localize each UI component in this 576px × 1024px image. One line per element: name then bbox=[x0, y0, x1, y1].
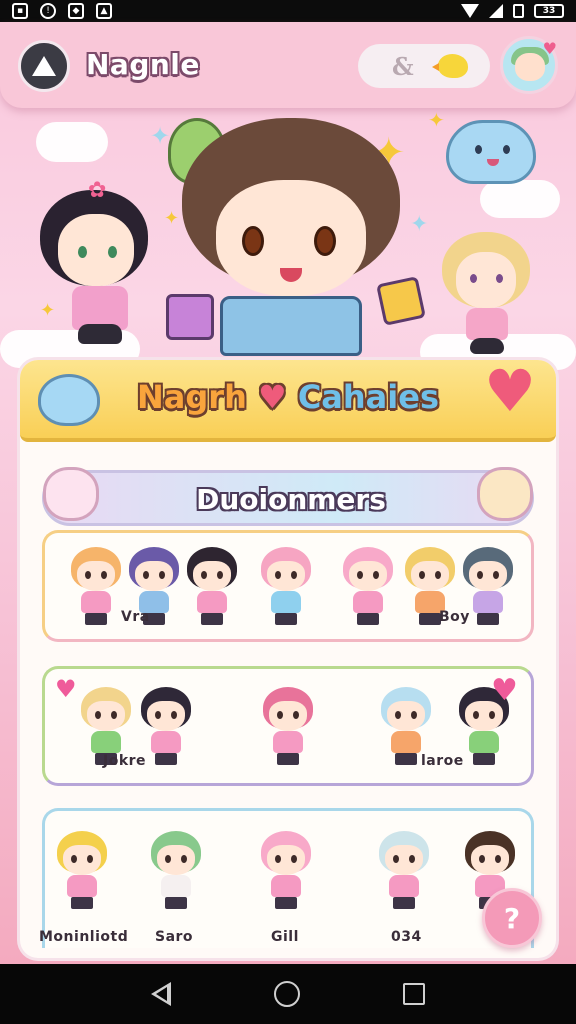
heart-icon: ♥ bbox=[257, 378, 287, 416]
character-row-3[interactable]: Moninliotd Saro Gill 034 bbox=[39, 808, 534, 948]
character-label: Jokre bbox=[103, 753, 147, 769]
character-label: laroe bbox=[421, 753, 464, 769]
search-symbol: & bbox=[392, 51, 414, 81]
character-avatar[interactable] bbox=[69, 547, 123, 629]
home-icon[interactable] bbox=[273, 981, 300, 1007]
cloud-decoration bbox=[480, 180, 560, 218]
character-avatar[interactable] bbox=[377, 831, 431, 913]
section-banner[interactable]: Duoionmers bbox=[42, 467, 534, 526]
character-avatar[interactable] bbox=[259, 547, 313, 629]
character-label: Vra bbox=[121, 609, 150, 625]
character-avatar[interactable] bbox=[149, 831, 203, 913]
sparkle-icon: ✦ bbox=[428, 108, 445, 132]
status-bar: ▪ ! ◆ ▲ 33 bbox=[0, 0, 576, 22]
notification-icons: ▪ ! ◆ ▲ bbox=[12, 3, 112, 19]
character-label: Moninliotd bbox=[39, 929, 129, 945]
cat-pet-icon bbox=[477, 467, 533, 521]
character-avatar[interactable] bbox=[261, 687, 315, 769]
purple-gift-cube bbox=[166, 294, 214, 340]
battery-icon: 33 bbox=[534, 4, 564, 18]
sparkle-icon: ✦ bbox=[150, 122, 171, 150]
card-header: Nagrh ♥ Cahaies ♥ bbox=[20, 360, 556, 442]
alert-notification-icon: ! bbox=[40, 3, 56, 19]
app-title: Nagnle bbox=[86, 48, 200, 81]
profile-avatar-button[interactable]: ♥ bbox=[500, 36, 558, 94]
menu-avatar-icon bbox=[32, 56, 56, 76]
character-label: Saro bbox=[155, 929, 194, 945]
card-title: Nagrh ♥ Cahaies bbox=[20, 378, 556, 416]
blue-ghost-mascot bbox=[446, 120, 536, 184]
hero-scene: ✦ ✦ ✦ ✦ ✦ ✦ ✿ bbox=[0, 108, 576, 370]
search-button[interactable]: & bbox=[358, 44, 490, 88]
signal-icon bbox=[489, 4, 503, 18]
character-avatar[interactable] bbox=[139, 687, 193, 769]
heart-icon: ♥ bbox=[542, 39, 557, 58]
character-avatar[interactable] bbox=[341, 547, 395, 629]
sim-icon bbox=[513, 4, 524, 18]
yellow-gift-cube bbox=[376, 276, 426, 326]
app-bar: Nagnle & ♥ bbox=[0, 22, 576, 108]
menu-avatar-button[interactable] bbox=[18, 40, 70, 92]
sparkle-icon: ✦ bbox=[410, 212, 429, 237]
character-avatar[interactable] bbox=[185, 547, 239, 629]
help-fab-button[interactable]: ? bbox=[482, 888, 542, 948]
gallery-notification-icon: ▲ bbox=[96, 3, 112, 19]
character-avatar[interactable] bbox=[259, 831, 313, 913]
character-label: 034 bbox=[391, 929, 422, 945]
chick-icon bbox=[431, 54, 468, 78]
image-notification-icon: ▪ bbox=[12, 3, 28, 19]
heart-icon: ♥ bbox=[55, 675, 77, 703]
character-row-2[interactable]: ♥ ♥ Jokre laroe bbox=[42, 666, 534, 786]
card-title-suffix: Cahaies bbox=[297, 378, 439, 416]
cloud-decoration bbox=[36, 122, 108, 162]
app-notification-icon: ◆ bbox=[68, 3, 84, 19]
back-icon[interactable] bbox=[151, 982, 172, 1006]
character-avatar[interactable] bbox=[55, 831, 109, 913]
chibi-girl-left: ✿ bbox=[32, 174, 162, 354]
character-label: Boy bbox=[439, 609, 470, 625]
character-row-1[interactable]: Vra Boy bbox=[42, 530, 534, 642]
character-label: Gill bbox=[271, 929, 299, 945]
system-nav-bar bbox=[0, 964, 576, 1024]
heart-icon: ♥ bbox=[491, 673, 518, 708]
character-card: Nagrh ♥ Cahaies ♥ Duoionmers Vra Boy ♥ ♥… bbox=[20, 360, 556, 958]
profile-avatar-icon bbox=[515, 53, 545, 81]
chibi-girl-right bbox=[438, 226, 534, 358]
wifi-icon bbox=[461, 4, 479, 18]
recent-apps-icon[interactable] bbox=[402, 983, 425, 1005]
card-title-text: Nagrh bbox=[137, 378, 247, 416]
big-heart-icon: ♥ bbox=[484, 357, 536, 425]
section-title: Duoionmers bbox=[196, 483, 386, 516]
